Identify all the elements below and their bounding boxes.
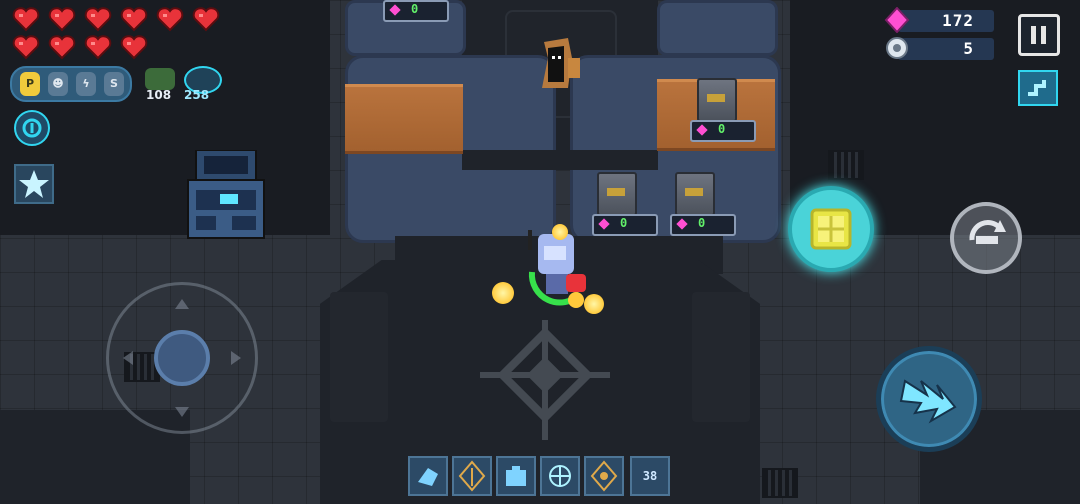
shop-item-crate[interactable] [597, 172, 637, 216]
heart-icon [84, 6, 112, 32]
hotbar-slot-counter[interactable]: 38 [630, 456, 670, 496]
minimap-button[interactable] [1018, 70, 1058, 106]
sword-buff-icon [458, 460, 486, 492]
energy-orb [492, 282, 514, 304]
price-counter: 0 [383, 0, 449, 22]
price-counter: 0 [670, 214, 736, 236]
minimap-icon [1028, 80, 1046, 96]
info-button[interactable] [14, 110, 50, 146]
pink-gem-icon [696, 124, 708, 136]
skill-button[interactable] [876, 346, 982, 452]
vending-machine[interactable] [186, 149, 266, 240]
heart-icon [120, 6, 148, 32]
hotbar-counter-label: 38 [642, 469, 658, 483]
star-skill-button[interactable] [14, 164, 54, 204]
heart-icon [12, 34, 40, 60]
item-hotbar: 38 [408, 456, 674, 496]
pause-button[interactable] [1018, 14, 1060, 56]
energy-orb [552, 224, 568, 240]
price-counter: 0 [690, 120, 756, 142]
yellow-pet [568, 292, 584, 308]
shopkeeper-character[interactable] [538, 38, 582, 88]
interact-button[interactable] [788, 186, 874, 272]
buff-pill-lightning: ϟ [76, 72, 96, 96]
gear-part-icon [886, 37, 908, 59]
floor-grate [762, 468, 798, 498]
lightning-claw-skill-icon [899, 379, 957, 424]
floor-emblem [480, 310, 610, 440]
spark-icon [590, 460, 618, 492]
hotbar-slot[interactable] [540, 456, 580, 496]
medkit-icon [506, 466, 526, 486]
pause-icon [1031, 26, 1036, 44]
virtual-joystick[interactable] [106, 282, 258, 434]
heart-icon [156, 6, 184, 32]
heart-icon [192, 6, 220, 32]
hotbar-slot[interactable] [408, 456, 448, 496]
pink-gem-icon [884, 7, 910, 33]
parts-count: 5 [963, 39, 974, 58]
energy-orb [584, 294, 604, 314]
heart-icon [48, 34, 76, 60]
buff-bar: P ☻ ϟ S [10, 66, 132, 102]
hotbar-slot[interactable] [584, 456, 624, 496]
enemy-stat-value: 108 [146, 88, 172, 102]
game-screen: 0 0 0 0 P ☻ ϟ S 108 258 172 5 38 [0, 0, 1080, 504]
heart-icon [84, 34, 112, 60]
gem-counter: 172 [884, 7, 994, 33]
parts-counter: 5 [886, 37, 994, 60]
info-icon [22, 118, 42, 138]
shop-item-crate[interactable] [697, 78, 737, 122]
price-counter: 0 [592, 214, 658, 236]
hand-icon [418, 468, 438, 486]
heart-icon [48, 6, 76, 32]
heart-icon [12, 6, 40, 32]
weapon-stat-value: 258 [184, 88, 210, 102]
star-icon [19, 170, 49, 198]
pink-gem-icon [389, 4, 401, 16]
red-pet [566, 274, 586, 292]
heart-icon [120, 34, 148, 60]
enemy-stat-icon [145, 68, 175, 90]
hotbar-slot[interactable] [496, 456, 536, 496]
shop-item-crate[interactable] [675, 172, 715, 216]
gem-count: 172 [942, 11, 974, 30]
joystick-knob[interactable] [154, 330, 210, 386]
swap-weapon-button[interactable] [950, 202, 1022, 274]
pink-gem-icon [676, 218, 688, 230]
treasure-chest-open-icon [810, 208, 852, 250]
wood-table-left [345, 84, 463, 154]
pink-gem-icon [598, 218, 610, 230]
buff-pill-skull: ☻ [48, 72, 68, 96]
side-block-left [330, 292, 388, 422]
platform-divider [462, 150, 658, 170]
floor-grate [828, 150, 864, 180]
shop-platform-right [657, 0, 778, 56]
swap-weapon-icon [969, 220, 1006, 244]
snowflake-icon [549, 465, 571, 487]
buff-pill-s: S [104, 72, 124, 96]
buff-pill-p: P [20, 72, 40, 96]
health-hearts [12, 6, 232, 60]
side-block-right [692, 292, 750, 422]
hotbar-slot[interactable] [452, 456, 492, 496]
